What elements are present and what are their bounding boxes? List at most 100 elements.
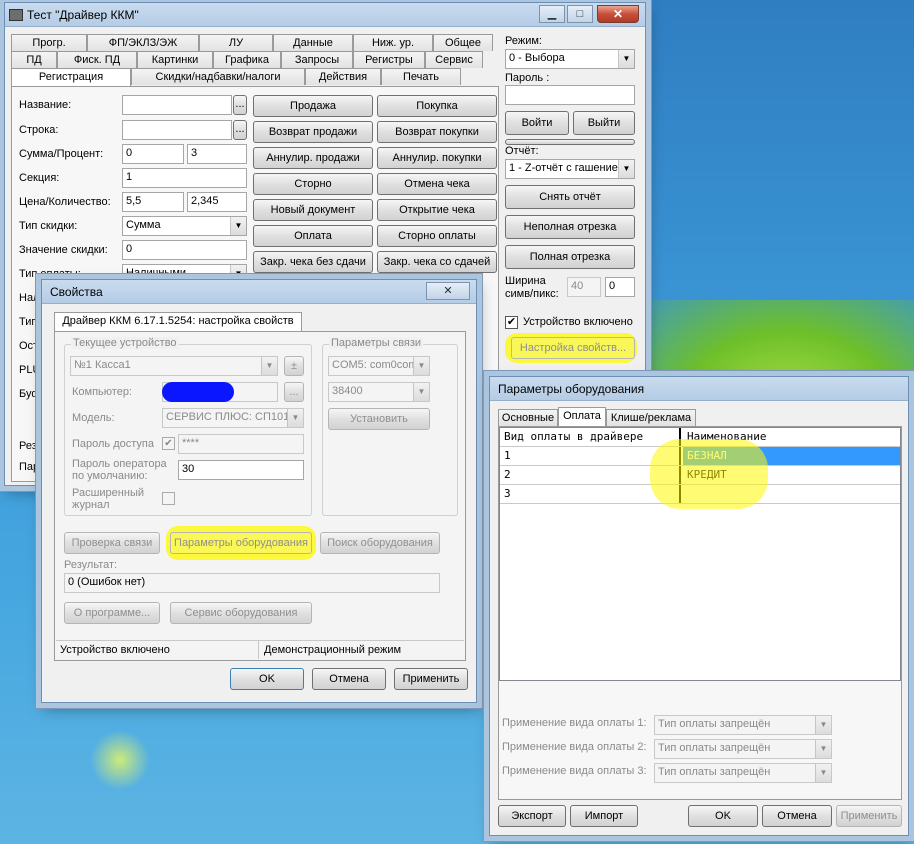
tab-fisk-pd[interactable]: Фиск. ПД xyxy=(57,51,137,68)
apply-payment-1-select[interactable]: Тип оплаты запрещён ▼ xyxy=(654,715,832,735)
discount-type-select[interactable]: Сумма ▼ xyxy=(122,216,247,236)
search-equipment-button[interactable]: Поиск оборудования xyxy=(320,532,440,554)
tab-main[interactable]: Основные xyxy=(498,409,558,426)
close-with-change-button[interactable]: Закр. чека со сдачей xyxy=(377,251,497,273)
sale-cancel-button[interactable]: Аннулир. продажи xyxy=(253,147,373,169)
device-select[interactable]: №1 Касса1 ▼ xyxy=(70,356,278,376)
access-password-checkbox[interactable]: ✔ xyxy=(162,437,175,450)
tab-progr[interactable]: Прогр. xyxy=(11,34,87,51)
properties-apply-button[interactable]: Применить xyxy=(394,668,468,690)
equipment-titlebar[interactable]: Параметры оборудования xyxy=(490,377,908,401)
tab-pictures[interactable]: Картинки xyxy=(137,51,213,68)
tab-fp[interactable]: ФП/ЭКЛЗ/ЭЖ xyxy=(87,34,199,51)
properties-cancel-button[interactable]: Отмена xyxy=(312,668,386,690)
equipment-ok-button[interactable]: OK xyxy=(688,805,758,827)
operator-password-input[interactable]: 30 xyxy=(178,460,304,480)
settings-button[interactable]: Настройка свойств... xyxy=(511,337,635,359)
tab-driver-settings[interactable]: Драйвер ККМ 6.17.1.5254: настройка свойс… xyxy=(54,312,302,331)
export-button[interactable]: Экспорт xyxy=(498,805,566,827)
cancel-receipt-button[interactable]: Отмена чека xyxy=(377,173,497,195)
equipment-service-button[interactable]: Сервис оборудования xyxy=(170,602,312,624)
tab-low-level[interactable]: Ниж. ур. xyxy=(353,34,433,51)
check-connection-button[interactable]: Проверка связи xyxy=(64,532,160,554)
chevron-down-icon: ▼ xyxy=(413,357,429,375)
maximize-button[interactable]: □ xyxy=(567,5,593,23)
name-ellipsis-button[interactable]: ... xyxy=(233,95,247,115)
payment-button[interactable]: Оплата xyxy=(253,225,373,247)
main-title: Тест "Драйвер ККМ" xyxy=(27,7,139,22)
purchase-cancel-button[interactable]: Аннулир. покупки xyxy=(377,147,497,169)
tab-payment[interactable]: Оплата xyxy=(558,407,606,426)
baud-select[interactable]: 38400 ▼ xyxy=(328,382,430,402)
device-enabled-checkbox[interactable]: ✔ xyxy=(505,316,518,329)
string-ellipsis-button[interactable]: ... xyxy=(233,120,247,140)
status-device-enabled: Устройство включено xyxy=(60,644,170,656)
tab-registers[interactable]: Регистры xyxy=(353,51,425,68)
sum-input[interactable]: 0 xyxy=(122,144,184,164)
discount-value-input[interactable]: 0 xyxy=(122,240,247,260)
properties-close-button[interactable]: ✕ xyxy=(426,282,470,300)
apply-payment-3-select[interactable]: Тип оплаты запрещён ▼ xyxy=(654,763,832,783)
width-chars-input[interactable]: 40 xyxy=(567,277,601,297)
tab-cliche[interactable]: Клише/реклама xyxy=(606,409,696,426)
purchase-button[interactable]: Покупка xyxy=(377,95,497,117)
result-input[interactable]: 0 (Ошибок нет) xyxy=(64,573,440,593)
port-select[interactable]: COM5: com0com ▼ xyxy=(328,356,430,376)
report-select[interactable]: 1 - Z-отчёт с гашение ▼ xyxy=(505,159,635,179)
properties-ok-button[interactable]: OK xyxy=(230,668,304,690)
storno-payment-button[interactable]: Сторно оплаты xyxy=(377,225,497,247)
partial-cut-button[interactable]: Неполная отрезка xyxy=(505,215,635,239)
install-button[interactable]: Установить xyxy=(328,408,430,430)
result-label: Результат: xyxy=(64,559,118,571)
login-button[interactable]: Войти xyxy=(505,111,569,135)
tab-graphics[interactable]: Графика xyxy=(213,51,281,68)
tab-discounts[interactable]: Скидки/надбавки/налоги xyxy=(131,68,305,85)
properties-titlebar[interactable]: Свойства ✕ xyxy=(42,280,476,304)
main-titlebar[interactable]: Тест "Драйвер ККМ" ▁ □ ✕ xyxy=(5,3,645,27)
extended-journal-checkbox[interactable] xyxy=(162,492,175,505)
mode-select[interactable]: 0 - Выбора ▼ xyxy=(505,49,635,69)
access-password-input[interactable]: **** xyxy=(178,434,304,454)
partial-label-buf: Буф xyxy=(19,388,41,400)
apply-payment-2-select[interactable]: Тип оплаты запрещён ▼ xyxy=(654,739,832,759)
device-plusminus-button[interactable]: ± xyxy=(284,356,304,376)
tab-registration[interactable]: Регистрация xyxy=(11,68,131,87)
storno-button[interactable]: Сторно xyxy=(253,173,373,195)
about-button[interactable]: О программе... xyxy=(64,602,160,624)
string-input[interactable] xyxy=(122,120,232,140)
tab-data[interactable]: Данные xyxy=(273,34,353,51)
open-receipt-button[interactable]: Открытие чека xyxy=(377,199,497,221)
model-label: Модель: xyxy=(72,412,115,424)
logout-button[interactable]: Выйти xyxy=(573,111,635,135)
report-value: 1 - Z-отчёт с гашение xyxy=(509,162,618,174)
tab-actions[interactable]: Действия xyxy=(305,68,381,85)
equipment-cancel-button[interactable]: Отмена xyxy=(762,805,832,827)
close-button[interactable]: ✕ xyxy=(597,5,639,23)
width-px-input[interactable]: 0 xyxy=(605,277,635,297)
sale-button[interactable]: Продажа xyxy=(253,95,373,117)
equipment-params-button[interactable]: Параметры оборудования xyxy=(170,532,312,554)
full-cut-button[interactable]: Полная отрезка xyxy=(505,245,635,269)
tab-pd[interactable]: ПД xyxy=(11,51,57,68)
purchase-return-button[interactable]: Возврат покупки xyxy=(377,121,497,143)
equipment-apply-button[interactable]: Применить xyxy=(836,805,902,827)
close-no-change-button[interactable]: Закр. чека без сдачи xyxy=(253,251,373,273)
quantity-input[interactable]: 2,345 xyxy=(187,192,247,212)
section-input[interactable]: 1 xyxy=(122,168,247,188)
price-input[interactable]: 5,5 xyxy=(122,192,184,212)
tab-requests[interactable]: Запросы xyxy=(281,51,353,68)
computer-browse-button[interactable]: ... xyxy=(284,382,304,402)
percent-input[interactable]: 3 xyxy=(187,144,247,164)
tab-general[interactable]: Общее xyxy=(433,34,493,51)
tab-lu[interactable]: ЛУ xyxy=(199,34,273,51)
tab-print[interactable]: Печать xyxy=(381,68,461,85)
password-input[interactable] xyxy=(505,85,635,105)
sale-return-button[interactable]: Возврат продажи xyxy=(253,121,373,143)
import-button[interactable]: Импорт xyxy=(570,805,638,827)
model-select[interactable]: СЕРВИС ПЛЮС: СП101 ▼ xyxy=(162,408,304,428)
new-document-button[interactable]: Новый документ xyxy=(253,199,373,221)
tab-service[interactable]: Сервис xyxy=(425,51,483,68)
name-input[interactable] xyxy=(122,95,232,115)
take-report-button[interactable]: Снять отчёт xyxy=(505,185,635,209)
minimize-button[interactable]: ▁ xyxy=(539,5,565,23)
